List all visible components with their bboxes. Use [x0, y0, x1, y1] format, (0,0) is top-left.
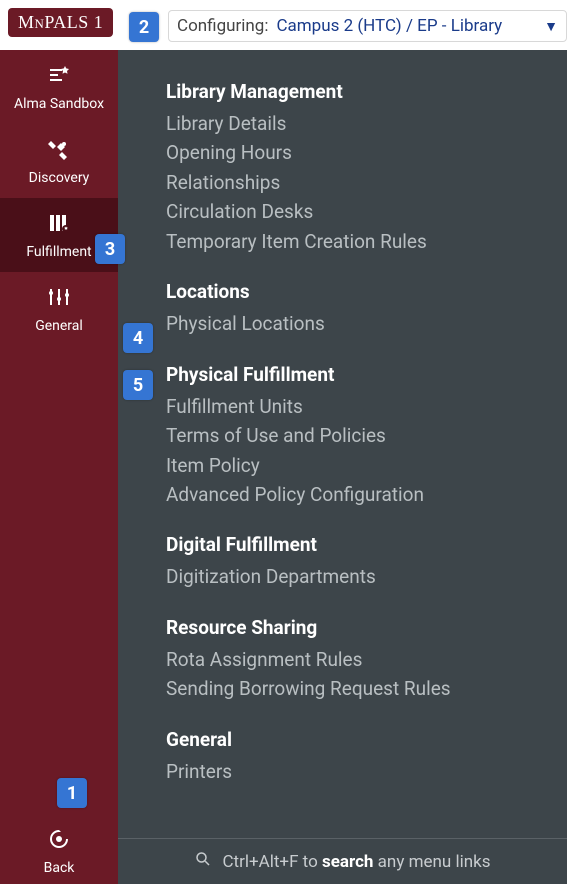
sidebar-item-discovery[interactable]: Discovery	[0, 124, 118, 198]
annotation-badge-1: 1	[57, 778, 87, 808]
menu-link[interactable]: Digitization Departments	[166, 562, 567, 591]
menu-section-title: Resource Sharing	[166, 616, 567, 639]
top-bar: MnPALS 1 Configuring: Campus 2 (HTC) / E…	[0, 0, 577, 50]
sidebar-item-general[interactable]: General	[0, 272, 118, 346]
library-gear-icon	[47, 211, 71, 240]
menu-link[interactable]: Printers	[166, 757, 567, 786]
menu-section-title: Digital Fulfillment	[166, 533, 567, 556]
sidebar-item-label: Fulfillment	[26, 244, 91, 260]
back-gear-icon	[47, 827, 71, 856]
configuring-value: Campus 2 (HTC) / EP - Library	[276, 16, 538, 36]
menu-link[interactable]: Temporary Item Creation Rules	[166, 227, 567, 256]
menu-link[interactable]: Rota Assignment Rules	[166, 645, 567, 674]
menu-link[interactable]: Advanced Policy Configuration	[166, 480, 567, 509]
menu-section-title: General	[166, 728, 567, 751]
sidebar-item-label: Discovery	[29, 170, 90, 186]
sidebar-item-label: Back	[44, 860, 75, 876]
sidebar-item-label: General	[35, 318, 83, 334]
annotation-badge-3: 3	[95, 234, 125, 264]
menu-section: Library Management Library DetailsOpening…	[166, 80, 567, 256]
menu-section: Digital Fulfillment Digitization Departme…	[166, 533, 567, 591]
sidebar-item-label: Alma Sandbox	[14, 96, 104, 112]
menu-link[interactable]: Physical Locations	[166, 309, 567, 338]
menu-link[interactable]: Terms of Use and Policies	[166, 421, 567, 450]
menu-link[interactable]: Sending Borrowing Request Rules	[166, 674, 567, 703]
menu-section-title: Library Management	[166, 80, 567, 103]
menu-link[interactable]: Relationships	[166, 168, 567, 197]
search-icon	[194, 850, 212, 873]
menu-section: General Printers	[166, 728, 567, 786]
configuring-label: Configuring:	[177, 16, 268, 36]
chevron-down-icon: ▼	[544, 18, 558, 35]
satellite-icon	[47, 137, 71, 166]
annotation-badge-5: 5	[123, 370, 153, 400]
menu-section: Physical Fulfillment Fulfillment UnitsTer…	[166, 363, 567, 510]
menu-section: Resource Sharing Rota Assignment RulesSen…	[166, 616, 567, 704]
menu-link[interactable]: Item Policy	[166, 451, 567, 480]
sliders-icon	[47, 285, 71, 314]
sliders-star-icon	[47, 63, 71, 92]
menu-link[interactable]: Circulation Desks	[166, 197, 567, 226]
menu-section-title: Physical Fulfillment	[166, 363, 567, 386]
menu-link[interactable]: Fulfillment Units	[166, 392, 567, 421]
annotation-badge-4: 4	[123, 323, 153, 353]
menu-section-title: Locations	[166, 280, 567, 303]
search-hint-text: Ctrl+Alt+F to search any menu links	[222, 852, 490, 872]
search-hint[interactable]: Ctrl+Alt+F to search any menu links	[118, 838, 567, 884]
menu-link[interactable]: Library Details	[166, 109, 567, 138]
sidebar: Alma Sandbox Discovery Fulfillment Gener…	[0, 50, 118, 884]
menu-link[interactable]: Opening Hours	[166, 138, 567, 167]
app-logo: MnPALS 1	[8, 8, 113, 37]
sidebar-item-alma-sandbox[interactable]: Alma Sandbox	[0, 50, 118, 124]
sidebar-item-back[interactable]: Back	[0, 818, 118, 884]
configuring-selector[interactable]: Configuring: Campus 2 (HTC) / EP - Libra…	[168, 10, 567, 42]
annotation-badge-2: 2	[129, 12, 159, 42]
menu-section: Locations Physical Locations	[166, 280, 567, 338]
flyout-panel: Library Management Library DetailsOpening…	[118, 50, 567, 884]
